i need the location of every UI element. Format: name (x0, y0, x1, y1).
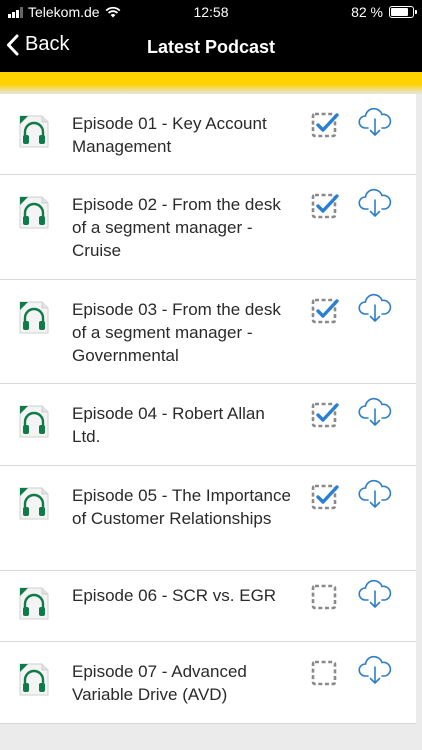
downloaded-checkbox-icon[interactable] (310, 191, 340, 221)
accent-band (0, 72, 422, 94)
podcast-headphones-icon (19, 587, 49, 620)
downloaded-checkbox-icon[interactable] (310, 296, 340, 326)
episode-row[interactable]: Episode 01 - Key Account Management (0, 94, 416, 175)
cloud-download-icon[interactable] (358, 478, 392, 510)
podcast-headphones-icon (19, 405, 49, 438)
downloaded-checkbox-icon[interactable] (310, 658, 340, 688)
episode-title: Episode 04 - Robert Allan Ltd. (72, 404, 265, 446)
podcast-headphones-icon (19, 487, 49, 520)
cloud-download-icon[interactable] (358, 187, 392, 219)
cloud-download-icon[interactable] (358, 578, 392, 610)
battery-percent: 82 % (351, 4, 383, 20)
episode-row[interactable]: Episode 07 - Advanced Variable Drive (AV… (0, 642, 416, 724)
episode-title: Episode 05 - The Importance of Customer … (72, 486, 291, 528)
cloud-download-icon[interactable] (358, 396, 392, 428)
downloaded-checkbox-icon[interactable] (310, 110, 340, 140)
battery-fill (391, 8, 409, 16)
episode-title: Episode 06 - SCR vs. EGR (72, 586, 277, 605)
downloaded-checkbox-icon[interactable] (310, 400, 340, 430)
scrollbar[interactable] (416, 94, 422, 750)
battery-icon (389, 6, 417, 18)
episode-row[interactable]: Episode 02 - From the desk of a segment … (0, 175, 416, 280)
podcast-headphones-icon (19, 196, 49, 229)
episode-title: Episode 01 - Key Account Management (72, 114, 267, 156)
downloaded-checkbox-icon[interactable] (310, 482, 340, 512)
episode-row[interactable]: Episode 04 - Robert Allan Ltd. (0, 384, 416, 466)
cloud-download-icon[interactable] (358, 292, 392, 324)
battery-group: 82 % (351, 4, 417, 20)
episode-row[interactable]: Episode 03 - From the desk of a segment … (0, 280, 416, 384)
status-bar: Telekom.de 12:58 82 % (0, 0, 422, 24)
cloud-download-icon[interactable] (358, 106, 392, 138)
podcast-headphones-icon (19, 301, 49, 334)
podcast-headphones-icon (19, 115, 49, 148)
podcast-headphones-icon (19, 663, 49, 696)
episode-row[interactable]: Episode 05 - The Importance of Customer … (0, 466, 416, 571)
episode-title: Episode 07 - Advanced Variable Drive (AV… (72, 662, 247, 704)
episode-title: Episode 03 - From the desk of a segment … (72, 300, 281, 365)
downloaded-checkbox-icon[interactable] (310, 582, 340, 612)
navigation-bar: Back Latest Podcast (0, 24, 422, 72)
cloud-download-icon[interactable] (358, 654, 392, 686)
episode-title: Episode 02 - From the desk of a segment … (72, 195, 281, 260)
episode-list: Episode 01 - Key Account Management Epis… (0, 94, 416, 724)
page-title: Latest Podcast (146, 37, 276, 57)
episode-list-area[interactable]: Episode 01 - Key Account Management Epis… (0, 94, 422, 750)
episode-row[interactable]: Episode 06 - SCR vs. EGR (0, 571, 416, 642)
